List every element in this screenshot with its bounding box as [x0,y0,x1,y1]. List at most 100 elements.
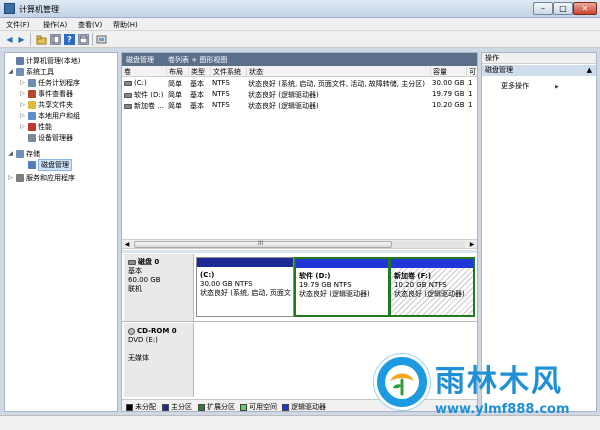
legend-item: 扩展分区 [198,402,235,412]
cdrom-icon [128,327,135,335]
column-header[interactable]: 容量 [430,67,466,76]
watermark: 雨林木风 www.ylmf888.com [372,348,600,430]
menu-view[interactable]: 查看(V) [78,20,102,30]
partition-details: 新加卷 (F:) 10.20 GB NTFS 状态良好 (逻辑驱动器) [394,272,471,299]
tree-twist[interactable]: ▷ [19,123,26,130]
tree-item-task-scheduler[interactable]: ▷ 任务计划程序 [19,77,80,88]
tree-twist[interactable]: ▷ [19,79,26,86]
volume-name: (C:) [134,79,147,87]
computer-icon [16,56,24,65]
more-actions-link[interactable]: 更多操作 [501,81,559,91]
up-folder-icon[interactable] [36,34,47,45]
menu-file[interactable]: 文件(F) [6,20,30,30]
tree-item-event-viewer[interactable]: ▷ 事件查看器 [19,88,73,99]
tree-item-services-apps[interactable]: ▷ 服务和应用程序 [7,172,75,183]
legend-item: 逻辑驱动器 [282,402,326,412]
watermark-text: 雨林木风 [435,364,563,399]
tree-item-local-users[interactable]: ▷ 本地用户和组 [19,110,80,121]
column-header[interactable]: 卷 [122,67,166,76]
drive-icon [124,80,132,86]
table-row[interactable]: 软件 (D:) 简单 基本 NTFS 状态良好 (逻辑驱动器) 19.79 GB… [122,89,477,99]
leaf-logo-icon [374,354,430,410]
close-button[interactable]: ✕ [573,2,597,15]
help-icon[interactable]: ? [64,34,75,45]
drive-icon [124,92,132,98]
legend-swatch [282,403,289,411]
partition-details: 软件 (D:) 19.79 GB NTFS 状态良好 (逻辑驱动器) [299,272,386,299]
tree-twist[interactable]: ▷ [19,101,26,108]
watermark-url: www.ylmf888.com [435,402,570,417]
volume-name-cell: 新加卷 ... [124,101,166,111]
volume-name-cell: (C:) [124,79,166,87]
partition-bar [197,258,293,267]
partition-d[interactable]: 软件 (D:) 19.79 GB NTFS 状态良好 (逻辑驱动器) [294,257,390,317]
cdrom-type: DVD (E:) [128,336,158,344]
properties-icon[interactable] [78,34,89,45]
tree-twist[interactable]: ◢ [7,150,14,157]
toolbar: ◀ ▶ ? [0,31,600,48]
menu-help[interactable]: 帮助(H) [113,20,138,30]
disk-type: 基本 [128,267,142,275]
tree-twist[interactable]: ▷ [7,174,14,181]
column-header[interactable]: 状态 [246,67,430,76]
tab-volume-list-graphic[interactable]: 卷列表 + 图形视图 [168,55,227,65]
disk-management-icon [28,160,36,169]
scroll-track[interactable] [392,241,465,248]
system-tools-icon [16,67,24,76]
drive-icon [124,103,132,109]
column-header[interactable]: 布局 [166,67,188,76]
tree-item-system-tools[interactable]: ◢ 系统工具 [7,66,54,77]
scroll-right-arrow-icon[interactable]: ▶ [467,240,477,249]
menu-action[interactable]: 操作(A) [43,20,67,30]
free-cell: 1 [468,79,473,87]
disk-0-info[interactable]: 磁盘 0 基本 60.00 GB 联机 [124,254,194,321]
free-cell: 1 [468,90,473,98]
tree-item-label: 计算机管理(本地) [26,56,81,65]
horizontal-scrollbar[interactable]: ◀ III ▶ [122,239,477,249]
forward-arrow-icon[interactable]: ▶ [16,34,27,45]
show-hide-tree-icon[interactable] [50,34,61,45]
tree-item-device-manager[interactable]: 设备管理器 [19,132,73,143]
tree-item-computer-management[interactable]: 计算机管理(本地) [7,55,80,66]
event-viewer-icon [28,89,36,98]
partition-f[interactable]: 新加卷 (F:) 10.20 GB NTFS 状态良好 (逻辑驱动器) [389,257,475,317]
cdrom-0-info[interactable]: CD-ROM 0 DVD (E:) 无媒体 [124,323,194,397]
partition-c[interactable]: (C:) 30.00 GB NTFS 状态良好 (系统, 启动, 页面文 [196,257,294,317]
actions-section-disk-management[interactable]: 磁盘管理 ▲ [482,65,596,76]
tab-disk-management[interactable]: 磁盘管理 [126,55,154,65]
status-cell: 状态良好 (系统, 启动, 页面文件, 活动, 故障转储, 主分区) [248,80,425,88]
partition-size: 10.20 GB NTFS [394,281,447,289]
column-header[interactable]: 可 [466,67,477,76]
scroll-left-arrow-icon[interactable]: ◀ [122,240,132,249]
tree-item-disk-management[interactable]: 磁盘管理 [19,158,72,171]
tree-item-shared-folders[interactable]: ▷ 共享文件夹 [19,99,73,110]
table-row[interactable]: 新加卷 ... 简单 基本 NTFS 状态良好 (逻辑驱动器) 10.20 GB… [122,100,477,110]
legend-swatch [126,403,133,411]
back-arrow-icon[interactable]: ◀ [4,34,15,45]
partition-status: 状态良好 (逻辑驱动器) [299,290,370,298]
column-header[interactable]: 文件系统 [210,67,246,76]
partition-size: 30.00 GB NTFS [200,280,253,288]
pane-divider[interactable] [122,250,477,253]
status-cell: 状态良好 (逻辑驱动器) [248,102,319,110]
maximize-button[interactable]: □ [553,2,573,15]
device-manager-icon [28,133,36,142]
cdrom-name: CD-ROM 0 [128,327,189,336]
minimize-button[interactable]: – [533,2,553,15]
volume-table-header: 卷 布局 类型 文件系统 状态 容量 可 [122,66,477,77]
type-cell: 基本 [190,102,204,110]
storage-icon [16,149,24,158]
capacity-cell: 19.79 GB [432,90,465,98]
table-row[interactable]: (C:) 简单 基本 NTFS 状态良好 (系统, 启动, 页面文件, 活动, … [122,78,477,88]
tree-item-storage[interactable]: ◢ 存储 [7,148,40,159]
tree-item-label: 设备管理器 [38,133,73,142]
disk-settings-icon[interactable] [96,34,107,45]
tree-twist[interactable]: ◢ [7,68,14,75]
tree-twist[interactable]: ▷ [19,90,26,97]
tree-twist[interactable]: ▷ [19,112,26,119]
tree-item-performance[interactable]: ▷ 性能 [19,121,52,132]
collapse-caret-icon[interactable]: ▲ [587,65,592,76]
partition-name: 软件 (D:) [299,272,331,280]
view-tabs: 磁盘管理 卷列表 + 图形视图 [122,53,477,66]
column-header[interactable]: 类型 [188,67,210,76]
